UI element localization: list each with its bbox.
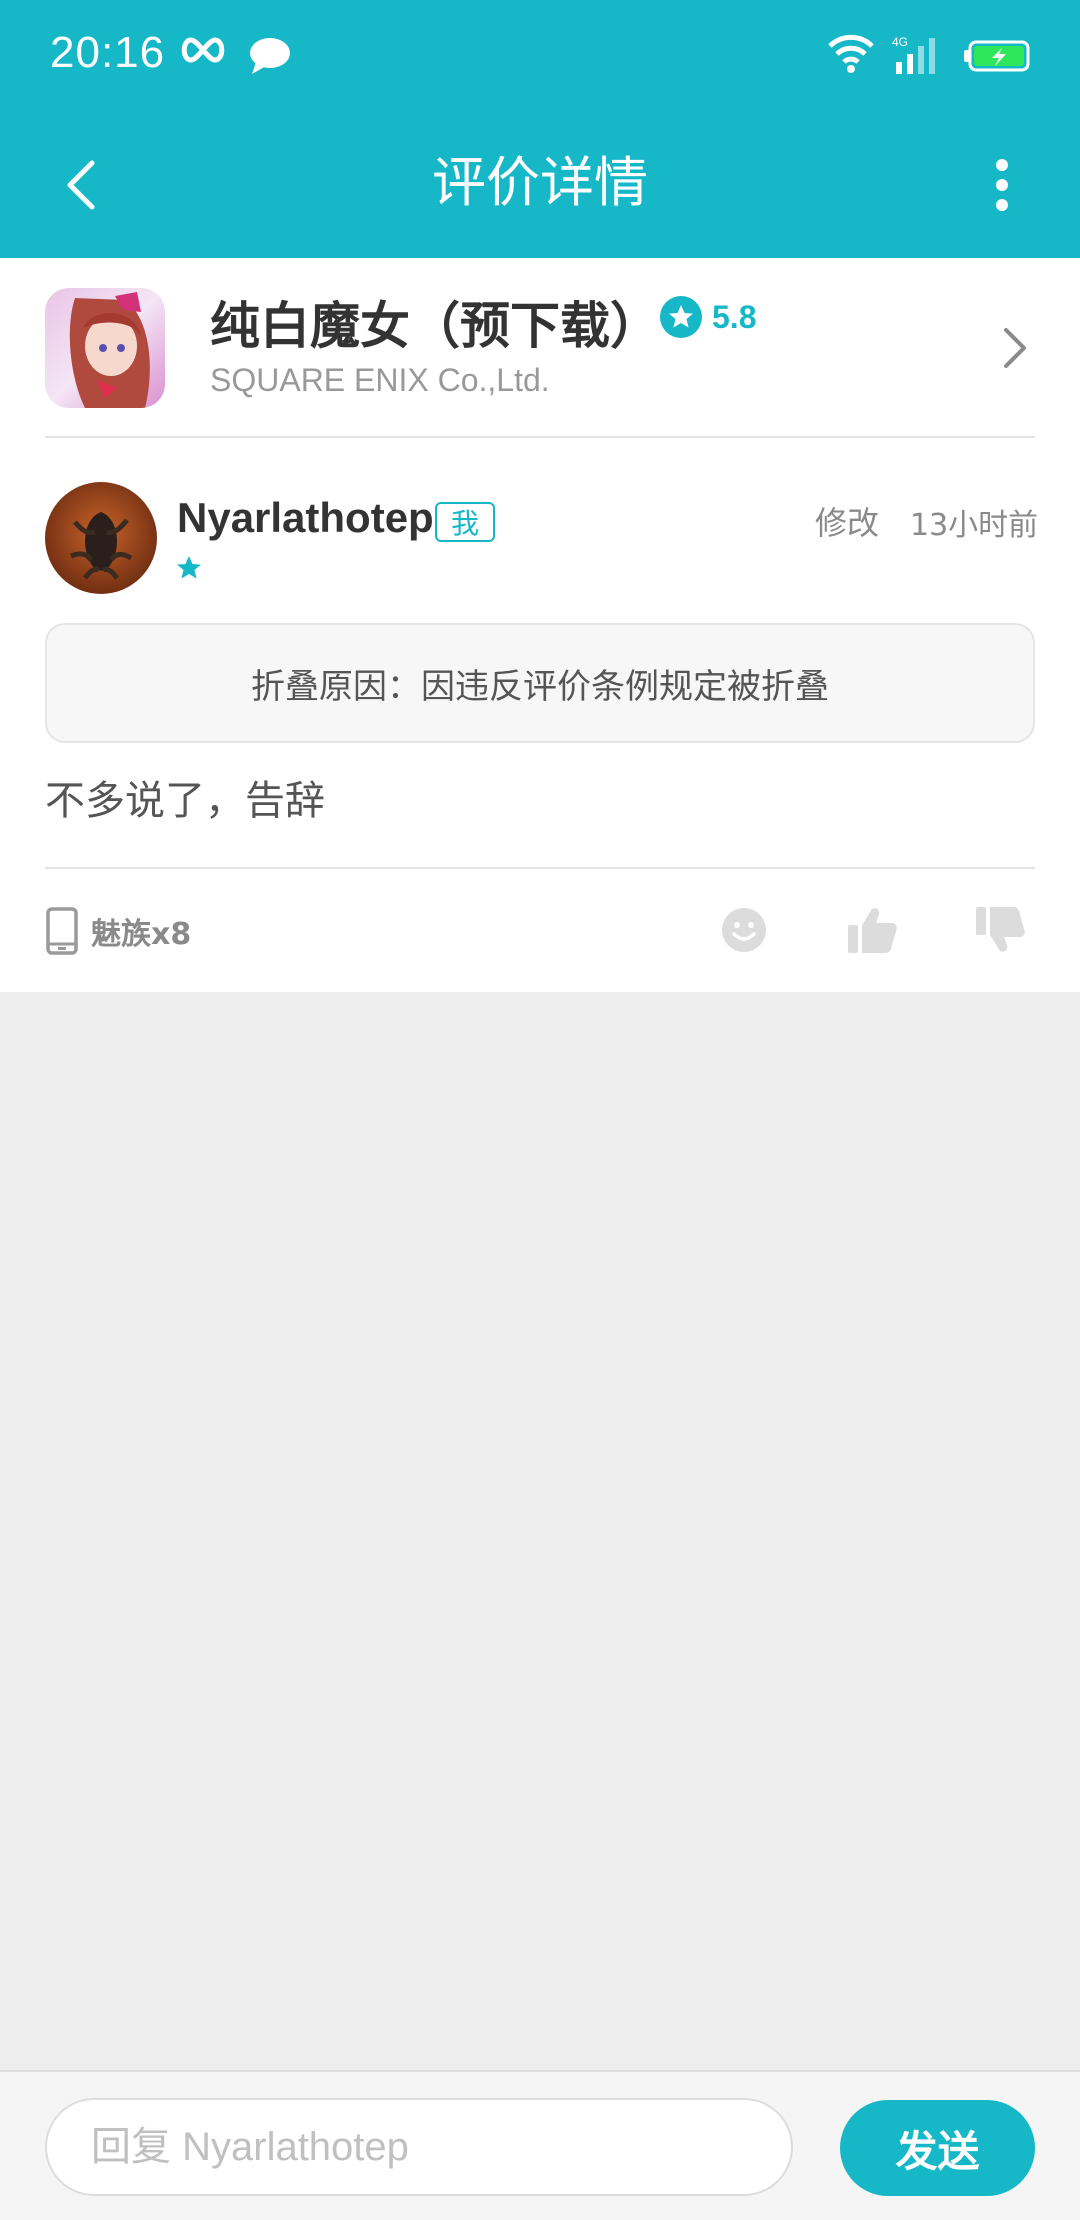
battery-charging-icon [962,40,1032,78]
review-card: 纯白魔女（预下载） 5.8 SQUARE ENIX Co.,Ltd. Nyarl… [0,258,1080,992]
app-name: 纯白魔女（预下载） [210,297,660,355]
app-info-row[interactable]: 纯白魔女（预下载） 5.8 SQUARE ENIX Co.,Ltd. [0,258,1080,438]
app-developer: SQUARE ENIX Co.,Ltd. [210,362,550,398]
status-time: 20:16 [50,28,166,77]
review-footer: 魅族x8 [0,870,1080,992]
chat-bubble-icon [248,36,292,80]
star-badge-icon [660,296,702,338]
app-icon [45,288,165,408]
chevron-right-icon[interactable] [990,318,1040,378]
phone-icon [46,907,78,955]
device-name: 魅族x8 [91,917,192,952]
avatar[interactable] [45,482,157,594]
user-star-rating [175,554,203,586]
app-rating: 5.8 [660,296,756,338]
review-time: 13小时前 [910,508,1039,543]
smiley-icon [722,908,766,952]
reply-bar: 发送 [0,2070,1080,2220]
signal-4g-icon: 4G [892,34,942,80]
divider [45,867,1035,869]
status-bar: 20:16 4G [0,0,1080,112]
app-rating-value: 5.8 [712,298,757,335]
network-label: 4G [892,35,908,49]
username[interactable]: Nyarlathotep [177,494,434,542]
device-info: 魅族x8 [45,906,191,956]
emoji-button[interactable] [714,900,774,960]
like-button[interactable] [842,900,902,960]
review-header: Nyarlathotep 我 修改 13小时前 [0,458,1080,598]
edit-link[interactable]: 修改 [815,498,879,544]
infinity-icon [178,32,228,72]
nav-bar: 评价详情 [0,112,1080,258]
dislike-button[interactable] [970,900,1030,960]
wifi-icon [826,32,876,80]
send-button[interactable]: 发送 [840,2100,1035,2196]
more-button[interactable] [964,147,1040,223]
page-title: 评价详情 [432,151,648,214]
thumbs-down-icon [976,907,1025,952]
top-bar: 20:16 4G 评价详情 [0,0,1080,258]
me-tag: 我 [435,502,495,542]
divider [45,436,1035,438]
fold-notice: 折叠原因：因违反评价条例规定被折叠 [45,623,1035,743]
more-vertical-icon [996,159,1008,211]
reply-input[interactable] [45,2098,793,2196]
thumbs-up-icon [848,908,897,953]
review-text: 不多说了，告辞 [45,778,325,824]
star-icon [177,556,201,579]
